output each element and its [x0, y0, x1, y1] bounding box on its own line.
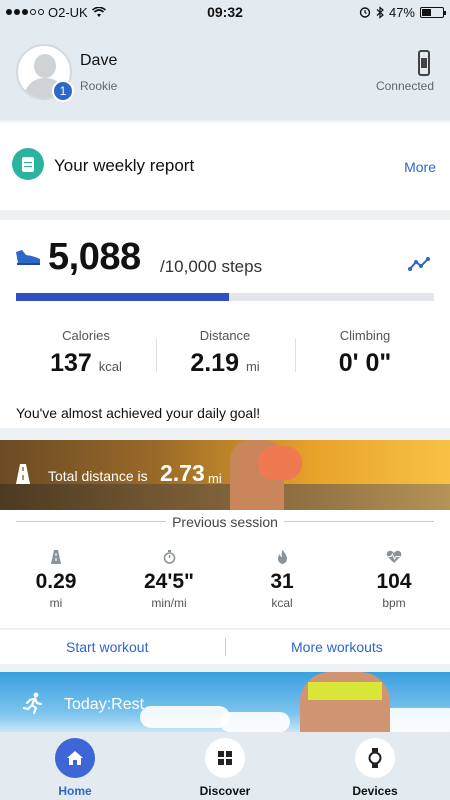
- status-bar: O2-UK 09:32 47%: [0, 0, 450, 24]
- user-rank: Rookie: [80, 79, 118, 93]
- session-calories: 31 kcal: [226, 550, 338, 610]
- tab-discover-label: Discover: [199, 784, 251, 798]
- climbing-label: Climbing: [339, 328, 391, 343]
- steps-progress-bar: [16, 293, 434, 301]
- calories-stat: Calories 137 kcal: [16, 328, 156, 378]
- road-icon: [16, 464, 30, 484]
- steps-progress-fill: [16, 293, 229, 301]
- session-heart-rate-value: 104: [376, 570, 412, 593]
- more-workouts-button[interactable]: More workouts: [291, 639, 383, 655]
- climbing-stat: Climbing 0' 0": [295, 328, 435, 378]
- session-distance-unit: mi: [49, 596, 63, 610]
- workout-actions: Start workout More workouts: [0, 630, 450, 664]
- total-distance-value: 2.73: [160, 460, 205, 486]
- steps-count: 5,088: [48, 236, 141, 278]
- battery-percent: 47%: [388, 4, 415, 20]
- tab-devices[interactable]: Devices: [315, 738, 435, 798]
- climbing-value: 0' 0": [338, 349, 392, 377]
- goal-message: You've almost achieved your daily goal!: [0, 400, 450, 428]
- previous-session-card[interactable]: Previous session 0.29 mi 24'5" min/mi 31…: [0, 510, 450, 628]
- start-workout-button[interactable]: Start workout: [66, 639, 148, 655]
- bottom-nav: Home Discover Devices: [0, 732, 450, 800]
- system-indicators: 47%: [359, 4, 446, 20]
- report-title: Your weekly report: [54, 156, 195, 175]
- level-badge: 1: [52, 80, 74, 102]
- flame-icon: [277, 550, 287, 564]
- total-distance-unit: mi: [208, 471, 222, 486]
- road-icon: [51, 550, 61, 564]
- calories-label: Calories: [62, 328, 110, 343]
- battery-icon: [420, 6, 446, 18]
- user-name: Dave: [80, 52, 118, 69]
- session-heart-rate-unit: bpm: [382, 596, 406, 610]
- profile-header[interactable]: 1 Dave Rookie Connected: [0, 24, 450, 120]
- steps-card[interactable]: 5,088 /10,000 steps Calories 137 kcal Di…: [0, 220, 450, 428]
- session-calories-value: 31: [270, 570, 294, 593]
- total-distance-label: Total distance is: [48, 468, 148, 484]
- tab-discover[interactable]: Discover: [165, 738, 285, 798]
- session-distance: 0.29 mi: [0, 550, 112, 610]
- weekly-report-card[interactable]: Your weekly report More: [0, 122, 450, 210]
- discover-grid-icon: [218, 751, 232, 765]
- session-pace-unit: min/mi: [151, 596, 187, 610]
- stopwatch-icon: [163, 550, 175, 564]
- today-label: Today:Rest: [64, 696, 145, 713]
- alarm-icon: [359, 7, 371, 18]
- actions-divider: [225, 638, 226, 656]
- session-pace: 24'5" min/mi: [113, 550, 225, 610]
- session-heart-rate: 104 bpm: [338, 550, 450, 610]
- tab-devices-label: Devices: [352, 784, 398, 798]
- fitness-band-icon[interactable]: [418, 50, 430, 76]
- distance-stat: Distance 2.19 mi: [155, 328, 295, 378]
- shoe-icon: [16, 250, 40, 265]
- device-status: Connected: [375, 79, 434, 93]
- session-calories-unit: kcal: [271, 596, 293, 610]
- heart-rate-icon: [386, 550, 402, 563]
- watch-icon: [368, 748, 382, 768]
- report-more-link[interactable]: More: [404, 159, 436, 175]
- session-distance-value: 0.29: [35, 570, 77, 593]
- distance-value: 2.19 mi: [190, 349, 260, 377]
- distance-label: Distance: [199, 328, 251, 343]
- total-distance-banner[interactable]: Total distance is 2.73 mi: [0, 440, 450, 510]
- steps-goal: /10,000 steps: [160, 257, 263, 276]
- trend-chart-icon[interactable]: [408, 256, 430, 272]
- report-icon: [12, 148, 44, 180]
- tab-home[interactable]: Home: [15, 738, 135, 798]
- session-pace-value: 24'5": [144, 570, 194, 593]
- running-icon: [22, 692, 43, 714]
- today-card[interactable]: Today:Rest: [0, 672, 450, 732]
- bluetooth-icon: [376, 5, 384, 19]
- home-icon: [67, 751, 83, 765]
- tab-home-label: Home: [58, 784, 92, 798]
- session-title: Previous session: [0, 514, 450, 532]
- calories-value: 137 kcal: [50, 349, 122, 377]
